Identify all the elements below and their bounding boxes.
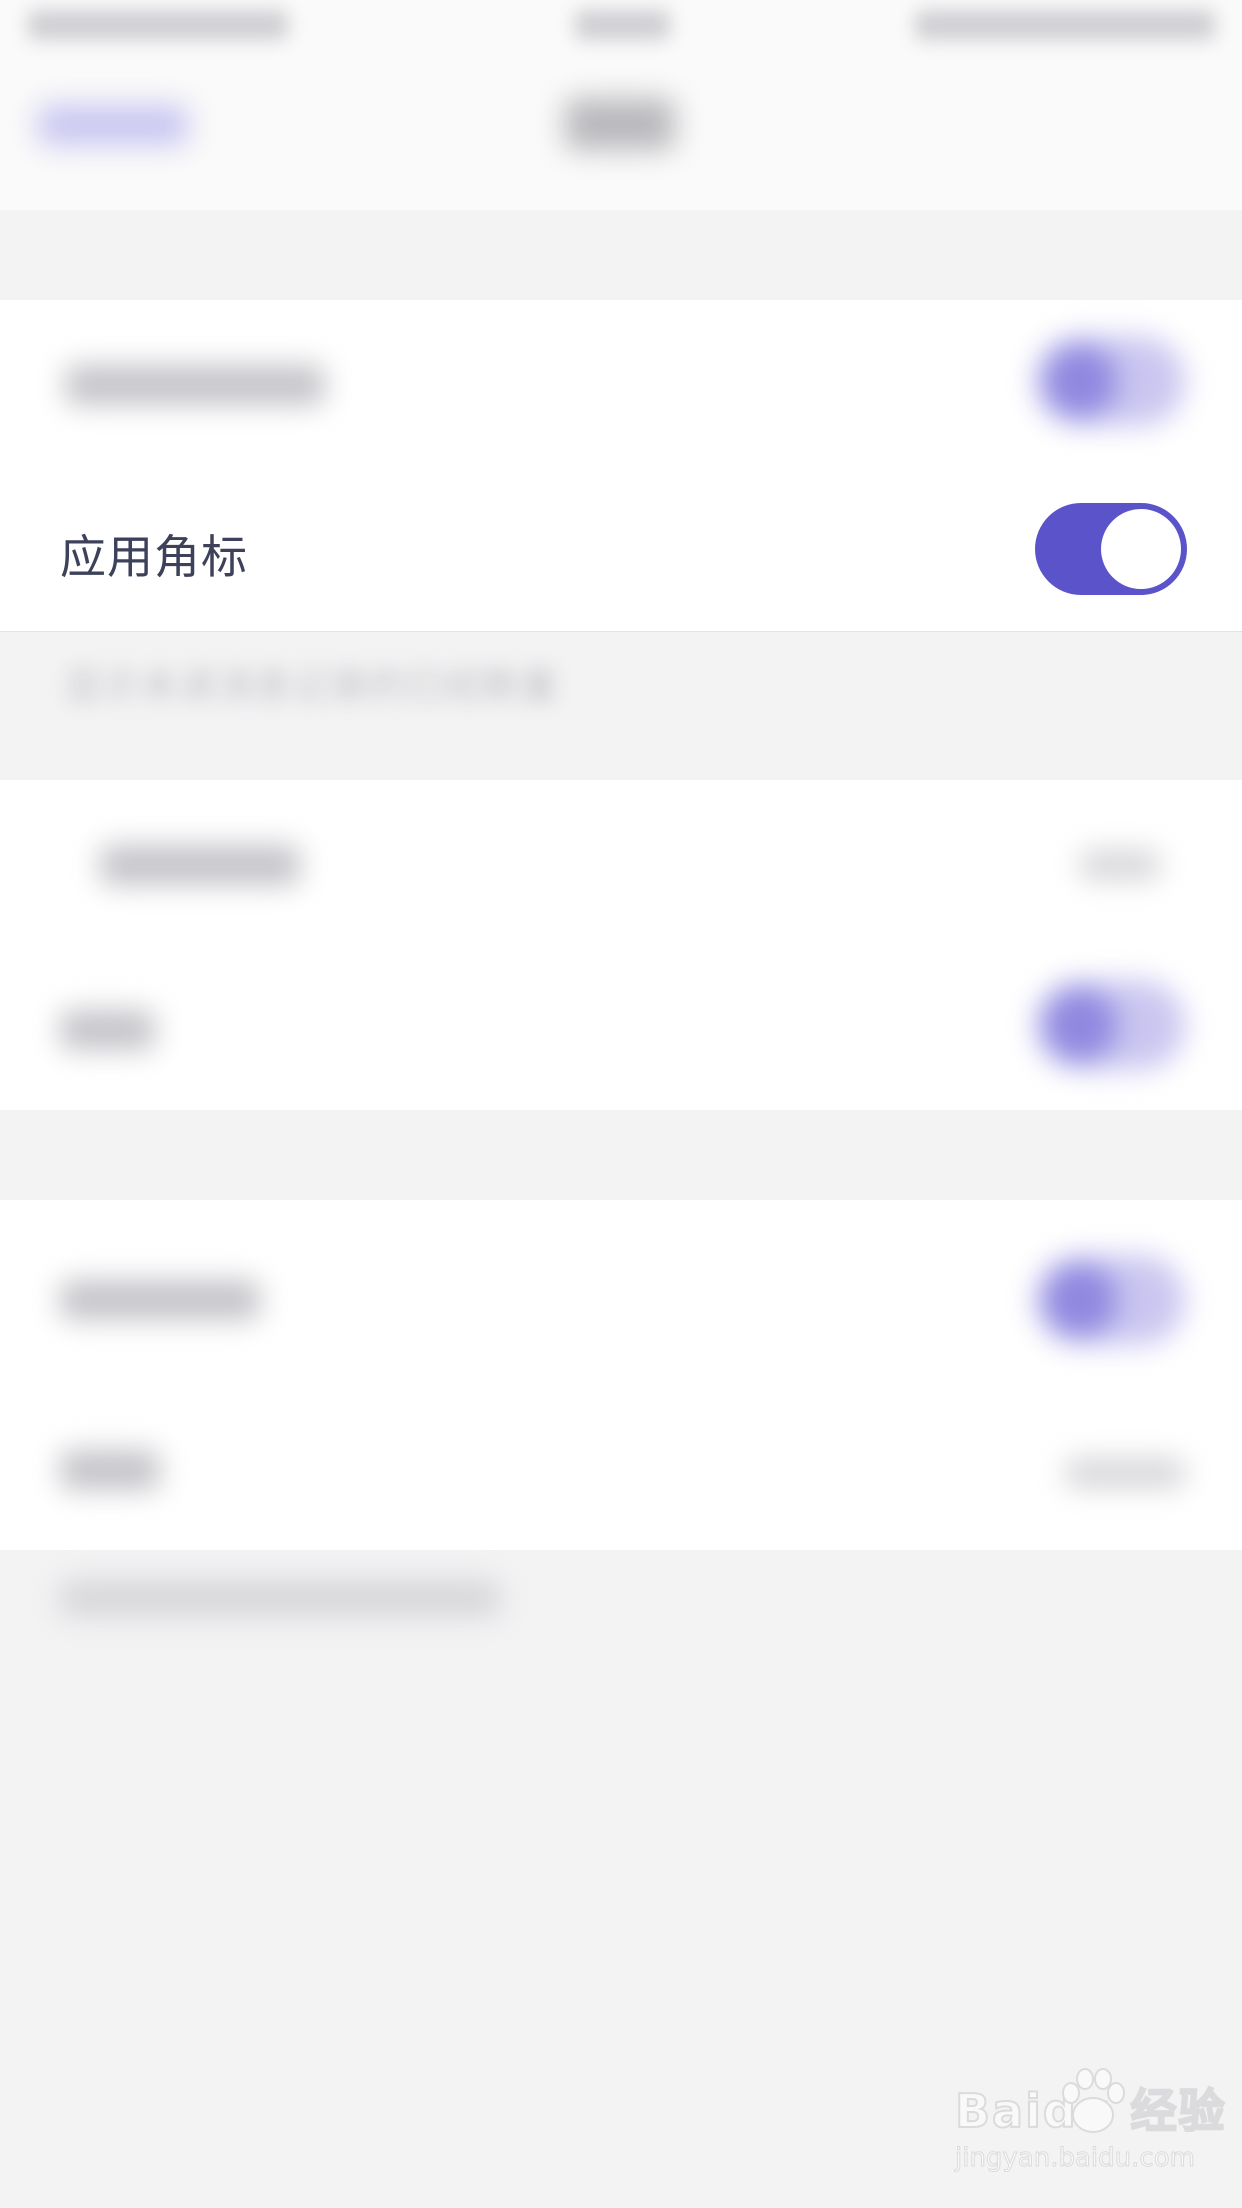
status-bar-carrier bbox=[28, 10, 288, 40]
row-toggle[interactable] bbox=[1035, 336, 1185, 426]
row-toggle[interactable] bbox=[1035, 980, 1185, 1070]
row-label bbox=[60, 1280, 260, 1320]
watermark-url: jingyan.baidu.com bbox=[955, 2143, 1196, 2174]
app-badge-toggle[interactable] bbox=[1035, 503, 1187, 595]
row-label bbox=[60, 1450, 160, 1490]
row-value bbox=[1065, 1458, 1185, 1488]
watermark: Baidu 经验 jingyan.baidu.com bbox=[954, 2068, 1227, 2174]
row-label bbox=[100, 845, 300, 885]
row-value bbox=[1080, 850, 1160, 880]
status-bar-time bbox=[575, 10, 670, 40]
toggle-knob bbox=[1101, 509, 1181, 589]
footer-note bbox=[60, 1580, 500, 1616]
app-badge-description: 显示未读消息记录的已经数量 bbox=[64, 664, 559, 708]
status-bar-battery bbox=[915, 10, 1215, 40]
row-label bbox=[60, 1010, 155, 1050]
settings-group-secondary bbox=[0, 780, 1242, 1110]
status-bar bbox=[0, 0, 1242, 60]
row-label bbox=[65, 365, 325, 405]
row-toggle[interactable] bbox=[1035, 1255, 1185, 1345]
settings-row-app-badge: 应用角标 bbox=[0, 463, 1242, 632]
app-badge-label: 应用角标 bbox=[60, 530, 248, 584]
baidu-paw-icon bbox=[1062, 2068, 1125, 2133]
back-button[interactable] bbox=[38, 105, 188, 145]
navigation-bar bbox=[0, 60, 1242, 210]
settings-row-notification bbox=[0, 300, 1242, 463]
settings-group-tertiary bbox=[0, 1200, 1242, 1550]
page-title bbox=[565, 98, 675, 150]
